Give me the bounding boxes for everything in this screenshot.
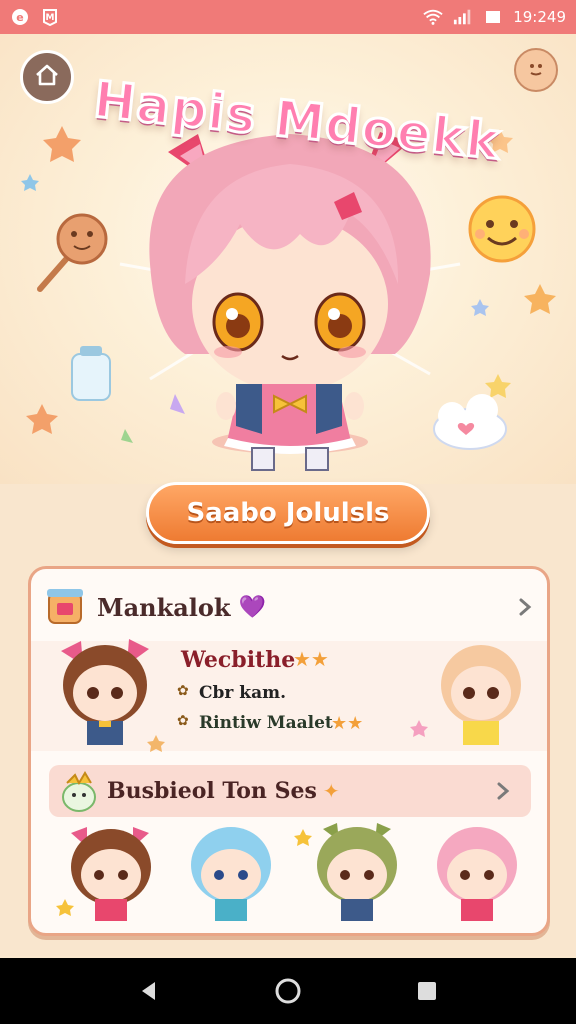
home-circle-icon[interactable]: [268, 971, 308, 1011]
wifi-icon: [423, 7, 443, 27]
chibi-brown-hair-avatar: [61, 639, 149, 745]
signal-icon: [453, 7, 473, 27]
battery-icon: [483, 7, 503, 27]
bullet-star-icon: ✿: [177, 683, 189, 699]
chevron-right-icon[interactable]: [511, 593, 539, 621]
profile-face-icon: [521, 53, 551, 87]
detail-characters: [61, 639, 521, 752]
detail-name: Wecbithe: [181, 647, 296, 673]
gallery-avatar-pink[interactable]: [437, 827, 517, 921]
gallery-avatar-green[interactable]: [317, 823, 397, 921]
primary-action-button[interactable]: Saabo Jolulsls: [146, 482, 430, 544]
bullet-star-icon: ✿: [177, 713, 189, 729]
primary-action-label: Saabo Jolulsls: [186, 498, 390, 528]
recents-square-icon[interactable]: [407, 971, 447, 1011]
section-title: Busbieol Ton Ses: [107, 778, 317, 804]
panel-title: Mankalok: [97, 592, 231, 622]
status-bar: e M 19:249: [0, 0, 576, 34]
sparkle-icon: ✦: [322, 779, 340, 803]
chibi-blonde-hair-avatar: [441, 645, 521, 745]
detail-line-3: Rintiw Maalet: [199, 713, 333, 733]
back-house-icon: [33, 61, 61, 93]
chick-icon: [57, 769, 101, 817]
gallery-avatar-blue[interactable]: [191, 827, 271, 921]
svg-text:M: M: [46, 13, 55, 23]
profile-button[interactable]: [514, 48, 558, 92]
back-button[interactable]: [20, 50, 74, 104]
heart-emoji: 💜: [238, 594, 266, 620]
cloud-icon: [433, 394, 507, 450]
back-triangle-icon[interactable]: [129, 971, 169, 1011]
rating-stars-icon: ★★: [293, 647, 329, 671]
character-panel: Mankalok 💜 Wecbithe ★★ ✿ Cbr kam. ✿ Rint…: [28, 566, 550, 936]
app-notification-icon: e: [10, 7, 30, 27]
detail-line-2: Cbr kam.: [199, 683, 286, 703]
gallery-avatar-brown[interactable]: [71, 827, 151, 921]
character-gallery: [56, 823, 517, 921]
lollipop-icon: [37, 213, 108, 292]
chevron-right-icon[interactable]: [489, 777, 517, 805]
status-time: 19:249: [513, 8, 566, 26]
system-nav-bar: [0, 958, 576, 1024]
section-header[interactable]: Busbieol Ton Ses ✦: [49, 765, 531, 817]
svg-text:e: e: [16, 11, 23, 24]
rating-stars-icon: ★★: [331, 713, 364, 734]
bottle-icon: [71, 346, 111, 401]
app-badge-icon: M: [40, 7, 60, 27]
honey-jar-icon: [43, 583, 87, 631]
hero-banner: Hapis Mdoekk: [0, 34, 576, 484]
